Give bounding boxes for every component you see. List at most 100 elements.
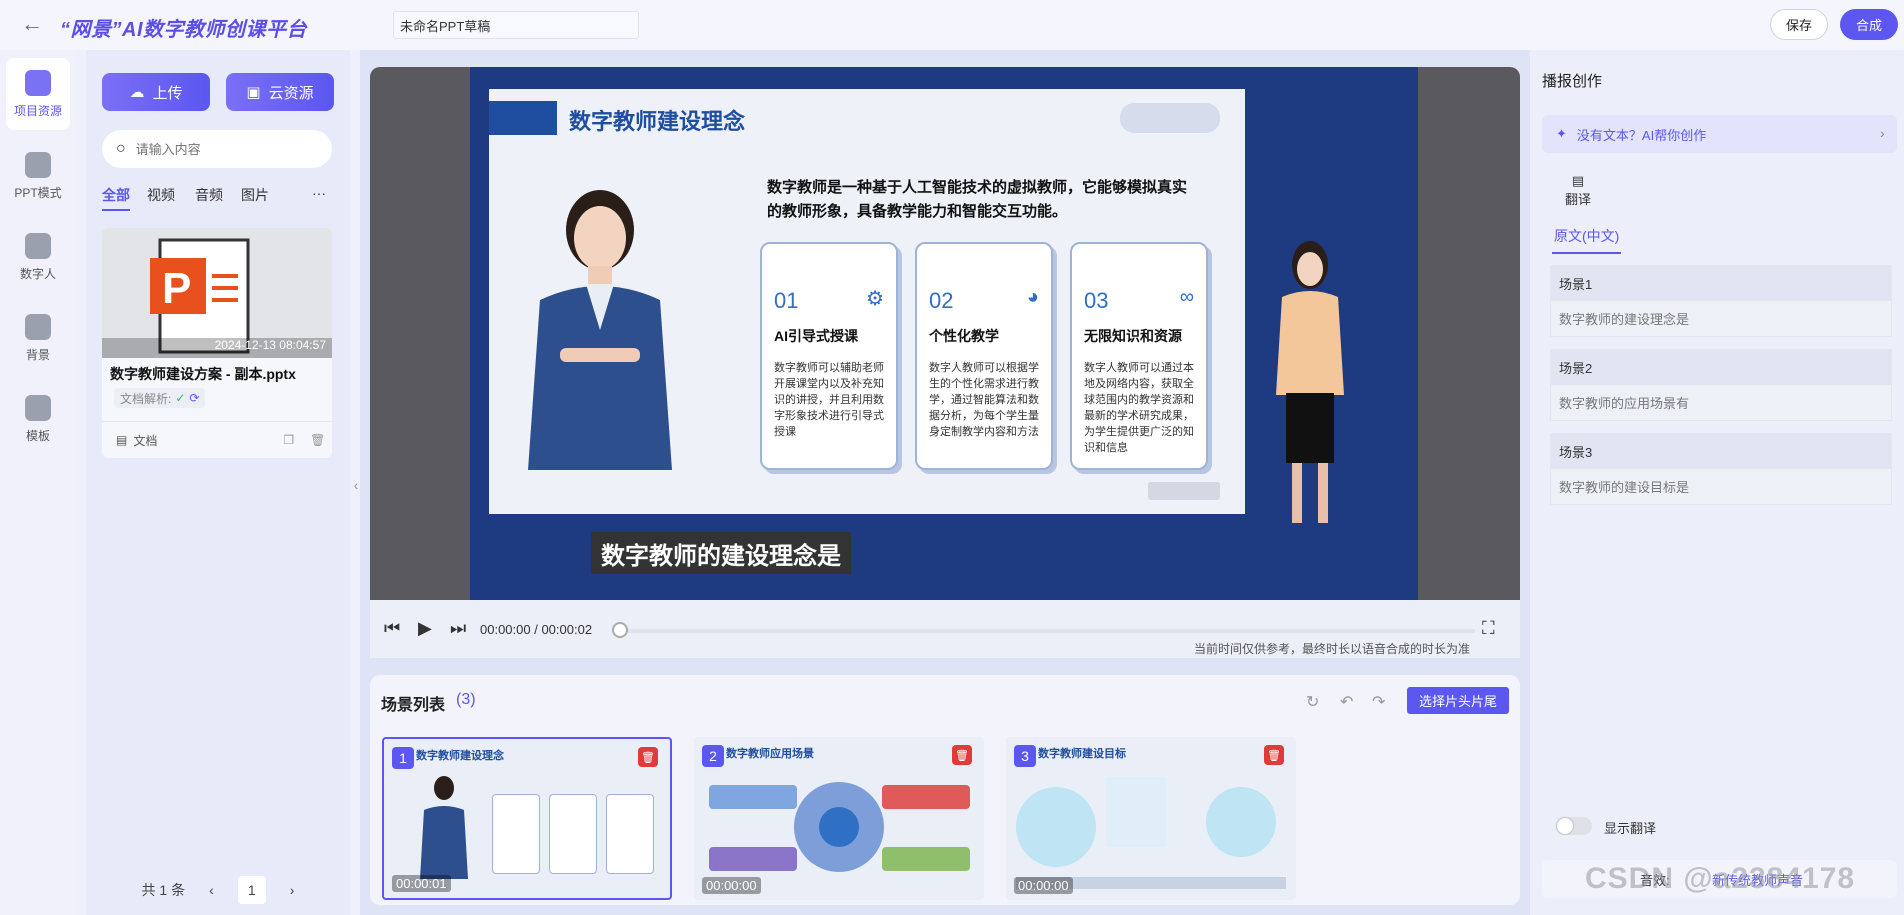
prev-page-button[interactable]: ‹ (209, 882, 214, 898)
scene-duration: 00:00:00 (1014, 877, 1073, 894)
tab-all[interactable]: 全部 (102, 185, 130, 211)
draft-name-input[interactable] (393, 11, 639, 39)
save-button[interactable]: 保存 (1770, 9, 1828, 40)
scene-index: 2 (702, 745, 724, 767)
compose-button[interactable]: 合成 (1840, 9, 1898, 40)
scene-index: 1 (392, 747, 414, 769)
search-input[interactable] (135, 141, 306, 157)
nav-label: 数字人 (19, 266, 56, 281)
scene-text-block[interactable]: 场景1 数字教师的建设理念是 (1550, 265, 1892, 337)
page-number[interactable]: 1 (237, 876, 266, 904)
palette-icon: ◕ (1026, 286, 1039, 308)
show-translation-label: 显示翻译 (1604, 821, 1657, 836)
translate-tab[interactable]: ▤ 翻译 (1546, 166, 1610, 214)
card-title: 个性化教学 (929, 328, 999, 344)
digital-teacher-avatar[interactable] (500, 180, 700, 480)
nav-item-background[interactable]: 背景 (6, 302, 70, 374)
sync-icon: ⟳ (189, 391, 200, 405)
slide-title: 数字教师建设理念 (569, 109, 746, 134)
card-filename: 数字教师建设方案 - 副本.pptx (110, 366, 296, 382)
refresh-icon[interactable]: ↻ (1306, 692, 1319, 712)
chevron-right-icon: › (1880, 125, 1885, 141)
cloud-resources-button[interactable]: ▣ 云资源 (226, 73, 334, 111)
tab-video[interactable]: 视频 (147, 185, 175, 205)
resource-tabs: 全部 视频 音频 图片 ··· (102, 185, 332, 211)
app-title: “网景”AI数字教师创课平台 (60, 19, 307, 41)
image-icon (25, 313, 51, 340)
scene-thumb-title: 数字教师建设理念 (416, 750, 504, 762)
card-title: 无限知识和资源 (1084, 328, 1182, 344)
check-icon: ✓ (175, 391, 186, 405)
upload-button[interactable]: ☁ 上传 (102, 73, 210, 111)
slide-intro: 数字教师是一种基于人工智能技术的虚拟教师，它能够模拟真实的教师形象，具备教学能力… (767, 179, 1188, 220)
more-icon[interactable]: ··· (312, 185, 326, 201)
brain-icon: ⚙ (866, 288, 884, 310)
scene-text[interactable]: 数字教师的应用场景有 (1551, 385, 1891, 420)
arrow-left-icon: ← (21, 11, 43, 36)
scene-index: 3 (1014, 745, 1036, 767)
scene-text[interactable]: 数字教师的建设目标是 (1551, 469, 1891, 504)
choose-intro-outro-button[interactable]: 选择片头片尾 (1407, 687, 1509, 714)
delete-scene-icon[interactable]: 🗑 (638, 747, 658, 767)
skip-forward-icon[interactable]: ⏭ (450, 618, 466, 639)
document-icon: ▤ (116, 433, 128, 447)
delete-scene-icon[interactable]: 🗑 (1264, 745, 1284, 765)
cloud-label: 云资源 (268, 84, 314, 102)
presenter-avatar[interactable] (1260, 235, 1360, 535)
scene-text[interactable]: 数字教师的建设理念是 (1551, 301, 1891, 336)
scene-thumbnail[interactable]: 1 数字教师建设理念 🗑 00:00:01 (382, 737, 672, 900)
skip-back-icon[interactable]: ⏮ (384, 618, 400, 639)
scene-name: 场景2 (1551, 350, 1891, 385)
time-note: 当前时间仅供参考，最终时长以语音合成的时长为准 (1194, 642, 1471, 656)
nav-item-digital-human[interactable]: 数字人 (6, 221, 70, 293)
search-box: ○ (102, 130, 332, 168)
translate-icon: ▤ (1571, 172, 1585, 188)
nav-item-project-resources[interactable]: 项目资源 (6, 58, 70, 130)
fullscreen-icon[interactable]: ⛶ (1482, 618, 1495, 639)
scene-thumbnail[interactable]: 3 数字教师建设目标 🗑 00:00:00 (1006, 737, 1296, 900)
scene-count: (3) (456, 691, 476, 708)
progress-track[interactable] (619, 629, 1475, 633)
toggle-knob (1557, 818, 1573, 834)
nav-label: 背景 (25, 347, 50, 362)
card-type: 文档 (133, 433, 158, 448)
resource-panel (86, 50, 350, 915)
slide-card: 03 ∞ 无限知识和资源 数字人教师可以通过本地及网络内容，获取全球范围内的教学… (1070, 242, 1208, 470)
back-button[interactable]: ← (14, 9, 50, 39)
redo-icon[interactable]: ↷ (1372, 692, 1385, 712)
scene-thumbnail[interactable]: 2 数字教师应用场景 🗑 00:00:00 (694, 737, 984, 900)
scene-name: 场景1 (1551, 266, 1891, 301)
parse-status: 文档解析: ✓ ⟳ (114, 388, 206, 408)
play-icon[interactable]: ▶ (418, 618, 432, 639)
next-page-button[interactable]: › (290, 882, 295, 898)
tab-original-chinese[interactable]: 原文(中文) (1551, 226, 1622, 254)
cube-icon (25, 394, 51, 421)
card-body: 数字人教师可以根据学生的个性化需求进行教学，通过智能算法和数据分析，为每个学生量… (929, 362, 1039, 438)
nav-item-template[interactable]: 模板 (6, 383, 70, 455)
resource-card[interactable]: P 2024-12-13 08:04:57 数字教师建设方案 - 副本.pptx… (102, 228, 332, 458)
undo-icon[interactable]: ↶ (1340, 692, 1353, 712)
nav-item-ppt-mode[interactable]: PPT模式 (6, 140, 70, 212)
tab-audio[interactable]: 音频 (195, 185, 223, 205)
card-date: 2024-12-13 08:04:57 (214, 338, 326, 352)
scene-duration: 00:00:01 (392, 875, 451, 892)
ai-create-bar[interactable]: ✦ 没有文本？AI帮你创作 (1542, 115, 1897, 153)
card-body: 数字教师可以辅助老师开展课堂内以及补充知识的讲授，并且利用数字形象技术进行引导式… (774, 362, 884, 438)
ai-sparkle-icon: ✦ (1556, 126, 1567, 141)
trash-icon[interactable]: 🗑 (310, 433, 325, 447)
tab-image[interactable]: 图片 (241, 185, 269, 205)
scene-text-block[interactable]: 场景2 数字教师的应用场景有 (1550, 349, 1892, 421)
copy-icon[interactable]: ❐ (283, 433, 294, 447)
pagination: 共 1 条 ‹ 1 › (86, 872, 350, 908)
search-icon: ○ (116, 140, 126, 157)
scene-thumb-title: 数字教师应用场景 (726, 748, 814, 760)
panel-title: 播报创作 (1542, 73, 1603, 90)
parse-label: 文档解析: (120, 391, 172, 406)
scene-text-block[interactable]: 场景3 数字教师的建设目标是 (1550, 433, 1892, 505)
folder-icon (25, 69, 51, 96)
robot-icon (25, 232, 51, 259)
delete-scene-icon[interactable]: 🗑 (952, 745, 972, 765)
slide-title-bar (489, 101, 557, 135)
progress-knob[interactable] (612, 622, 628, 638)
scene-duration: 00:00:00 (702, 877, 761, 894)
